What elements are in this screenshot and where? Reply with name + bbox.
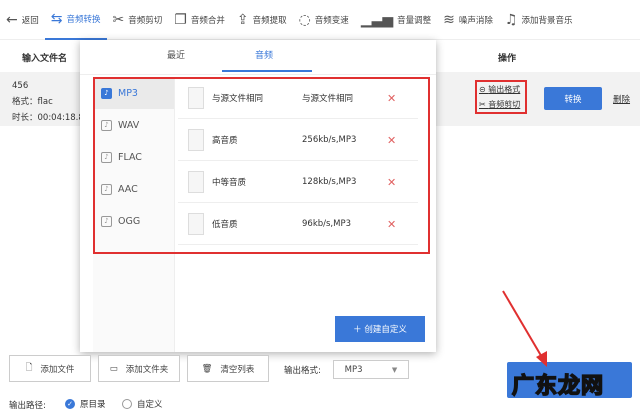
- convert-icon: ⇆: [50, 10, 63, 27]
- merge-icon: ❐: [174, 11, 187, 28]
- extract-icon: ⇪: [236, 11, 249, 28]
- trash-icon: 🗑: [201, 363, 213, 374]
- file-duration: 时长：00:04:18.83: [12, 113, 90, 123]
- audio-cut-link[interactable]: ✂ 音频剪切: [479, 97, 525, 112]
- noise-icon: ≋: [443, 11, 455, 28]
- format-popup: 最近 音频 ♪ MP3 ♪ WAV ♪ FLAC ♪ AAC ♪ OGG 与源文件相同 与源…: [80, 40, 436, 352]
- tab-underline: [222, 70, 312, 72]
- radio-original-dir[interactable]: ✓ 原目录: [65, 398, 106, 410]
- chevron-down-icon: ▼: [391, 365, 398, 374]
- radio-custom-dir[interactable]: 自定义: [122, 398, 163, 410]
- add-file-icon: 🗋: [25, 362, 33, 373]
- file-format: 格式：flac: [12, 97, 53, 107]
- file-name: 456: [12, 81, 29, 91]
- red-arrow-annotation: [502, 290, 547, 367]
- music-icon: ♫: [504, 11, 518, 28]
- scissors-icon: ✂: [112, 11, 125, 28]
- radio-unchecked-icon: [122, 399, 132, 409]
- add-folder-button[interactable]: ▭ 添加文件夹: [98, 355, 180, 382]
- folder-icon: ▭: [109, 363, 118, 374]
- tool-audio-speed[interactable]: ◌ 音频变速: [293, 0, 355, 40]
- speed-icon: ◌: [298, 11, 311, 28]
- back-arrow-icon: ←: [6, 11, 18, 28]
- output-format-label: 输出格式:: [284, 366, 321, 376]
- tool-audio-cut[interactable]: ✂ 音频剪切: [107, 0, 169, 40]
- create-custom-button[interactable]: ＋ 创建自定义: [335, 316, 425, 342]
- tool-noise[interactable]: ≋ 噪声消除: [437, 0, 499, 40]
- delete-link[interactable]: 删除: [613, 93, 630, 105]
- tool-audio-extract[interactable]: ⇪ 音频提取: [231, 0, 293, 40]
- output-format-link[interactable]: ⊝ 输出格式: [479, 82, 525, 97]
- col-action: 操作: [498, 54, 517, 64]
- highlight-box: [93, 77, 430, 254]
- tool-bg-music[interactable]: ♫ 添加背景音乐: [499, 0, 579, 40]
- clear-list-button[interactable]: 🗑 清空列表: [187, 355, 269, 382]
- add-file-button[interactable]: 🗋 添加文件: [9, 355, 91, 382]
- tool-volume[interactable]: ▁▃▅ 音量调整: [355, 0, 437, 40]
- tool-audio-convert[interactable]: ⇆ 音频转换: [44, 0, 107, 40]
- tab-recent[interactable]: 最近: [167, 48, 185, 61]
- tool-audio-merge[interactable]: ❐ 音频合并: [168, 0, 231, 40]
- tab-audio[interactable]: 音频: [255, 48, 273, 61]
- col-input-name: 输入文件名: [22, 54, 68, 64]
- convert-button[interactable]: 转换: [544, 87, 602, 110]
- volume-icon: ▁▃▅: [360, 11, 394, 28]
- radio-checked-icon: ✓: [65, 399, 75, 409]
- output-path-label: 输出路径:: [9, 401, 46, 411]
- back-button[interactable]: ← 返回: [0, 0, 45, 40]
- output-format-select[interactable]: MP3 ▼: [333, 360, 409, 379]
- toolbar: ← 返回 ⇆ 音频转换 ✂ 音频剪切 ❐ 音频合并 ⇪ 音频提取 ◌ 音频变速 ▁▃▅ 音量调…: [0, 0, 640, 40]
